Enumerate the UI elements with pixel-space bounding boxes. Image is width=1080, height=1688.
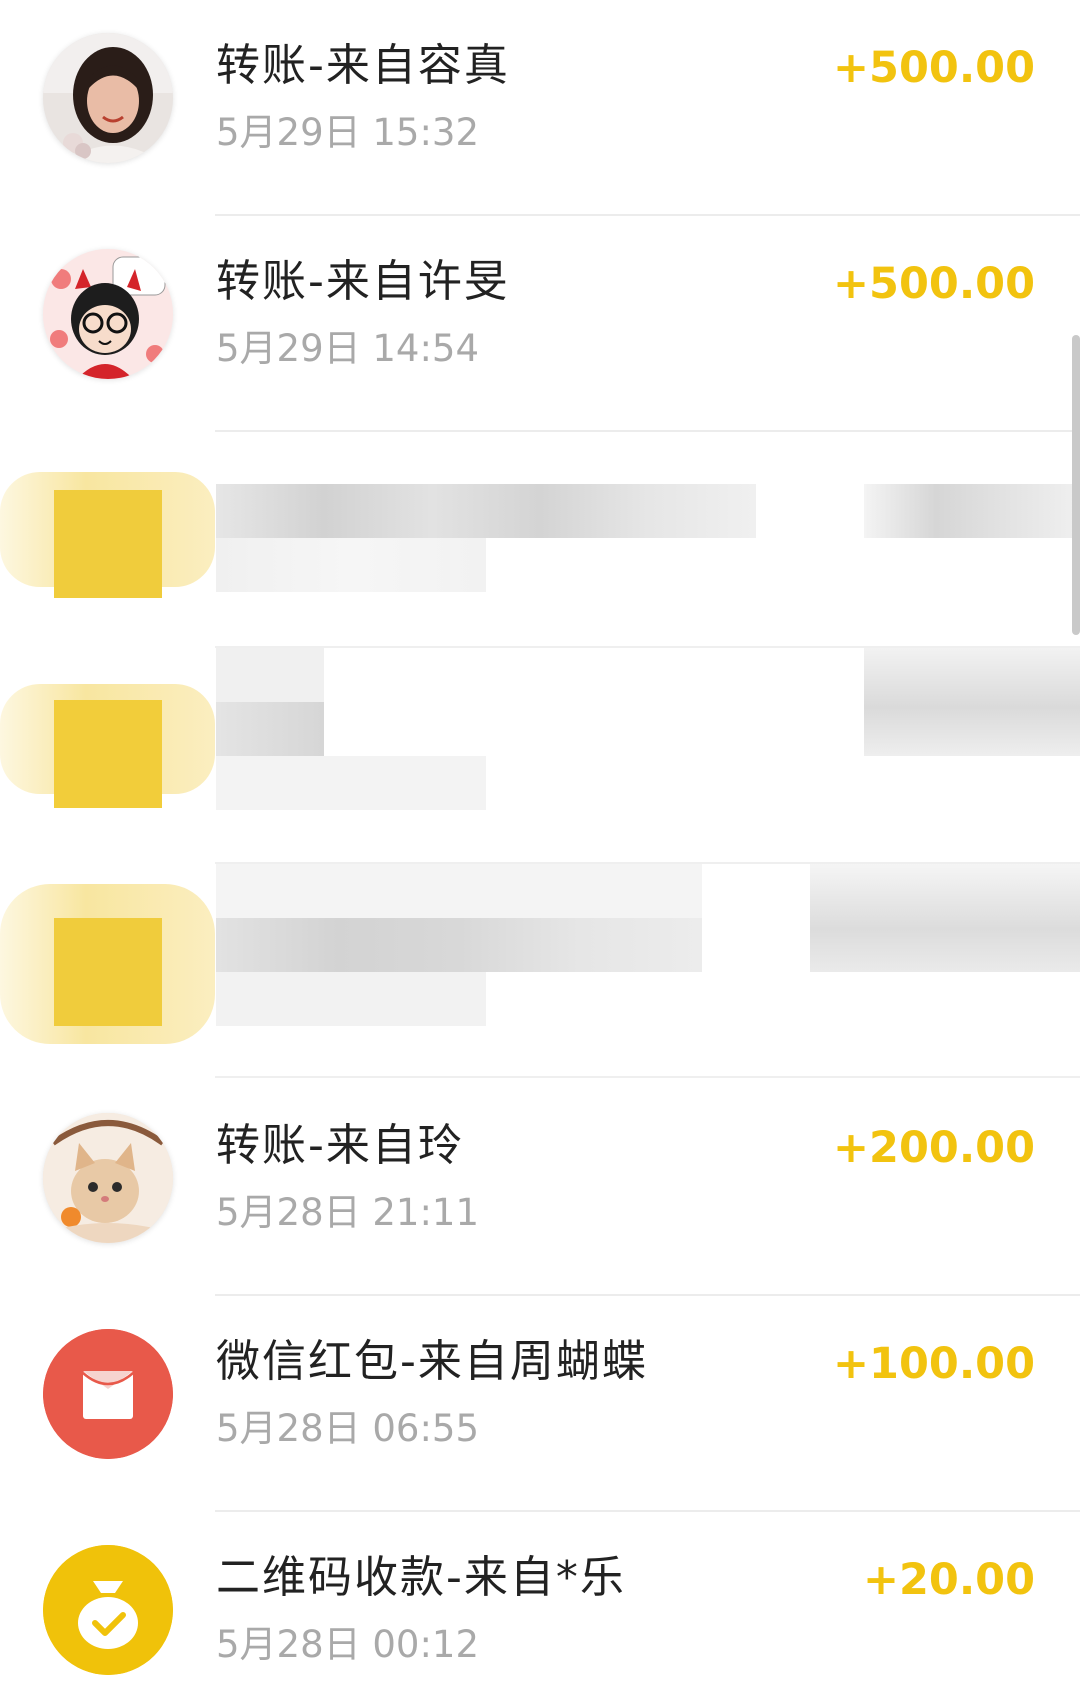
blurred-text (216, 864, 702, 918)
woman-photo-icon (43, 33, 173, 163)
avatar (43, 1329, 173, 1459)
transaction-title: 转账-来自容真 (216, 40, 510, 91)
blurred-amount (864, 484, 1080, 538)
blurred-amount (864, 648, 1080, 756)
blurred-text (216, 484, 756, 538)
avatar (43, 1113, 173, 1243)
transaction-amount: +500.00 (833, 43, 1035, 93)
blurred-text (216, 756, 486, 810)
avatar (43, 1545, 173, 1675)
blurred-amount (810, 864, 1080, 972)
transaction-amount: +100.00 (833, 1339, 1035, 1389)
transaction-title: 转账-来自玲 (216, 1120, 464, 1171)
blurred-text (216, 648, 324, 702)
blurred-text (216, 538, 486, 592)
transaction-amount: +200.00 (833, 1123, 1035, 1173)
transaction-title: 微信红包-来自周蝴蝶 (216, 1336, 648, 1387)
transaction-amount: +500.00 (833, 259, 1035, 309)
avatar (43, 33, 173, 163)
list-item[interactable]: 微信红包-来自周蝴蝶 5月28日 06:55 +100.00 (0, 1296, 1080, 1512)
blurred-text (216, 972, 486, 1026)
transaction-time: 5月28日 21:11 (216, 1191, 480, 1234)
list-item[interactable]: 转账-来自许旻 5月29日 14:54 +500.00 (0, 216, 1080, 432)
avatar (43, 249, 173, 379)
transaction-list: 转账-来自容真 5月29日 15:32 +500.00 转账-来自许旻 5月29… (0, 0, 1080, 1688)
blurred-avatar-square (54, 700, 162, 808)
transaction-title: 二维码收款-来自*乐 (216, 1552, 626, 1603)
transaction-time: 5月29日 14:54 (216, 327, 480, 370)
transaction-time: 5月28日 00:12 (216, 1623, 480, 1666)
transaction-amount: +20.00 (862, 1555, 1035, 1605)
censored-region (0, 432, 1080, 1080)
transaction-time: 5月28日 06:55 (216, 1407, 480, 1450)
red-envelope-icon (43, 1329, 173, 1459)
cartoon-avatar-icon (43, 249, 173, 379)
scrollbar[interactable] (1072, 335, 1080, 635)
blurred-text (216, 702, 324, 756)
cat-photo-icon (43, 1113, 173, 1243)
list-item[interactable]: 转账-来自容真 5月29日 15:32 +500.00 (0, 0, 1080, 216)
transaction-time: 5月29日 15:32 (216, 111, 480, 154)
blurred-avatar-square (54, 918, 162, 1026)
blurred-avatar-square (54, 490, 162, 598)
list-item[interactable]: 二维码收款-来自*乐 5月28日 00:12 +20.00 (0, 1512, 1080, 1688)
list-item[interactable]: 转账-来自玲 5月28日 21:11 +200.00 (0, 1080, 1080, 1296)
blurred-text (216, 918, 702, 972)
divider (215, 1076, 1080, 1078)
transaction-title: 转账-来自许旻 (216, 256, 510, 307)
money-bag-check-icon (43, 1545, 173, 1675)
